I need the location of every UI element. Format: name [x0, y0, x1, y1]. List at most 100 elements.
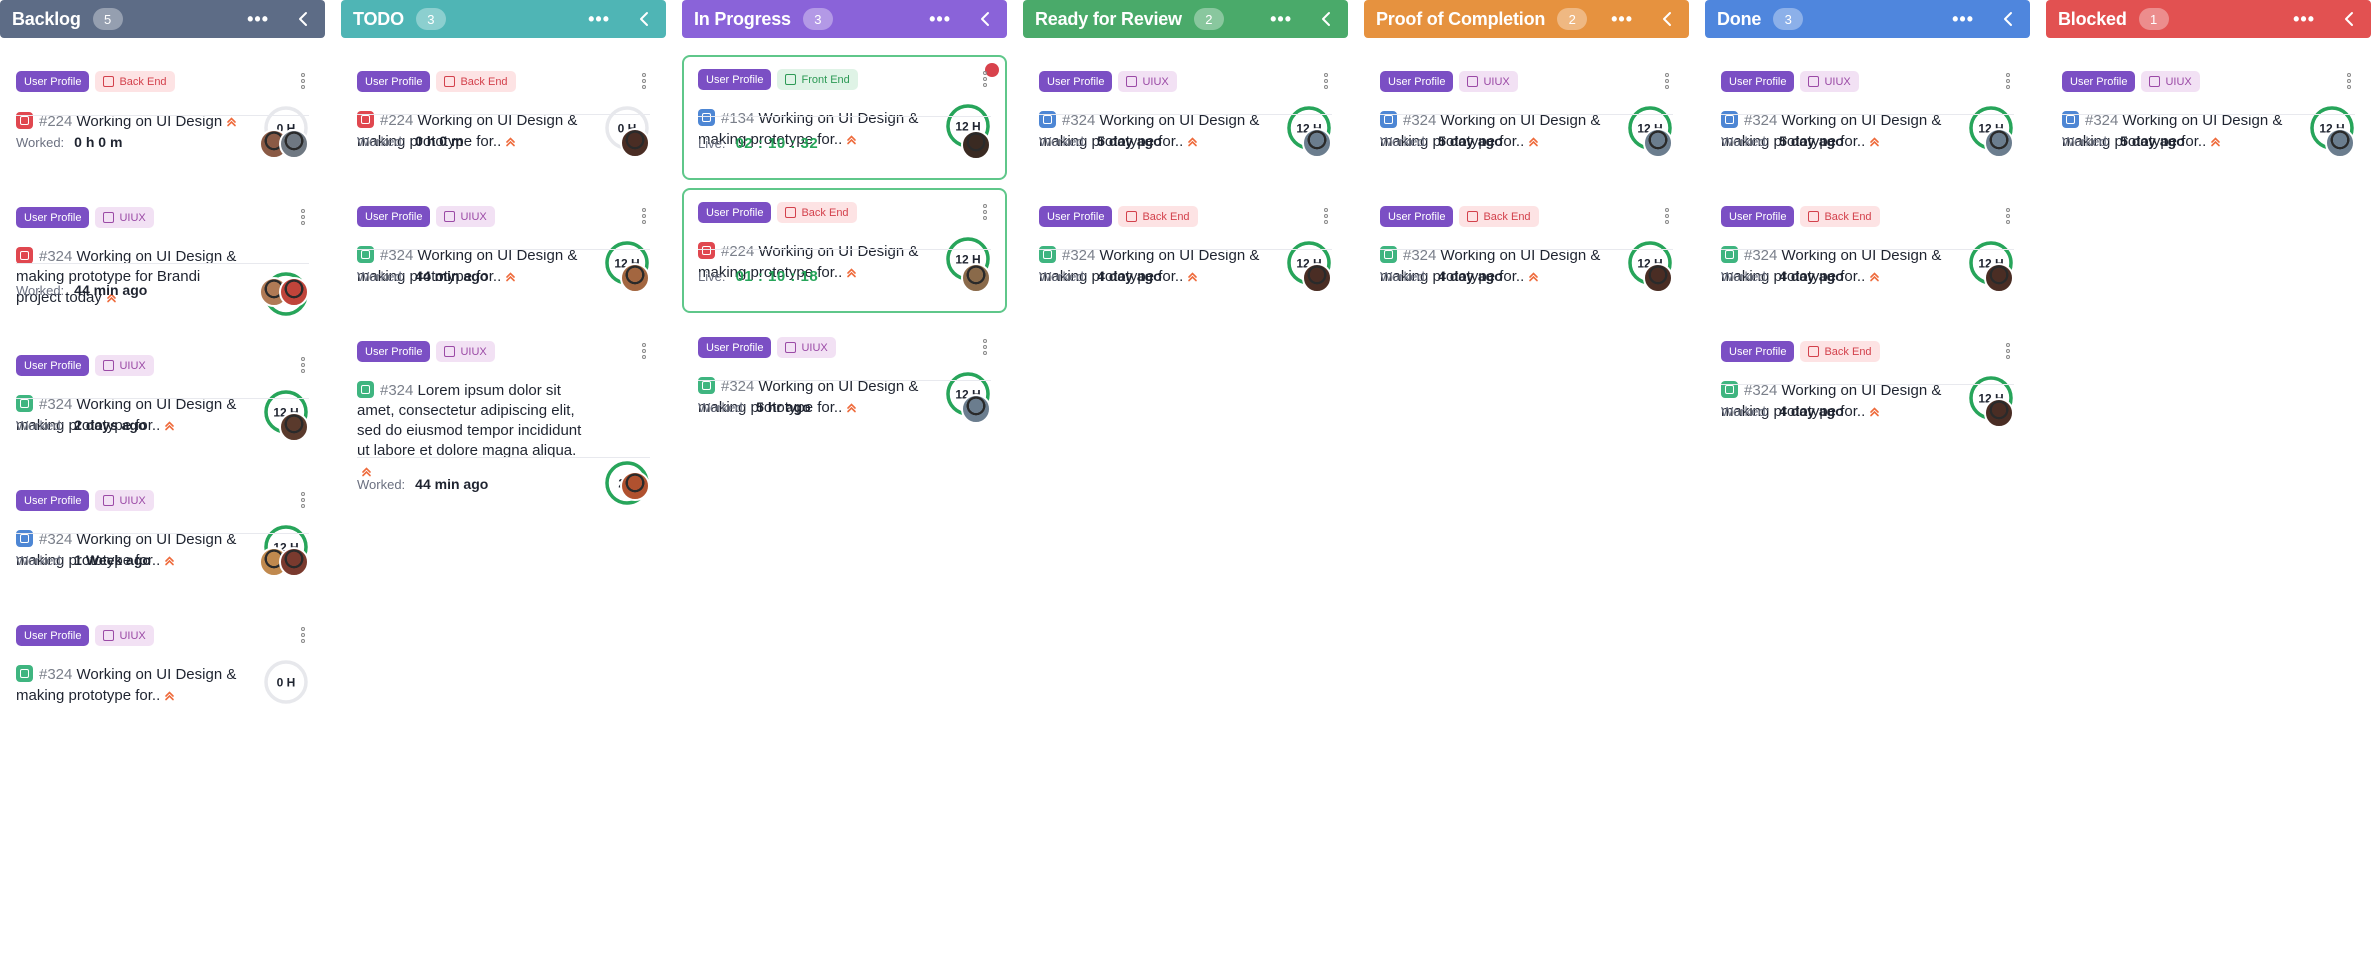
more-vertical-icon[interactable] [2002, 341, 2014, 361]
task-title[interactable]: #324 Working on UI Design & making proto… [16, 665, 248, 706]
more-horizontal-icon[interactable]: ••• [2293, 10, 2315, 28]
tag-uiux[interactable]: UIUX [436, 341, 495, 362]
tag-profile[interactable]: User Profile [698, 69, 772, 90]
task-card[interactable]: User Profile UIUX #324 Working on UI Desig… [0, 609, 325, 709]
avatar[interactable] [620, 263, 650, 293]
avatar[interactable] [279, 412, 309, 442]
tag-profile[interactable]: User Profile [2062, 71, 2136, 92]
avatar[interactable] [1643, 263, 1673, 293]
chevron-left-icon[interactable] [2000, 11, 2016, 27]
more-vertical-icon[interactable] [297, 71, 309, 91]
avatar[interactable] [1984, 398, 2014, 428]
task-card[interactable]: User Profile Back End #324 Working on UI D… [1364, 190, 1689, 317]
tag-profile[interactable]: User Profile [698, 337, 772, 358]
more-vertical-icon[interactable] [297, 355, 309, 375]
task-card[interactable]: User Profile UIUX #324 Working on UI Desig… [0, 474, 325, 601]
tag-uiux[interactable]: UIUX [1118, 71, 1177, 92]
avatar[interactable] [1984, 263, 2014, 293]
chevron-left-icon[interactable] [636, 11, 652, 27]
tag-uiux[interactable]: UIUX [1459, 71, 1518, 92]
tag-backend[interactable]: Back End [1118, 206, 1198, 227]
task-card[interactable]: User Profile Back End #224 Working on UI D… [0, 55, 325, 183]
tag-profile[interactable]: User Profile [698, 202, 772, 223]
more-vertical-icon[interactable] [638, 206, 650, 226]
avatar[interactable] [1302, 128, 1332, 158]
tag-profile[interactable]: User Profile [16, 207, 90, 228]
avatar[interactable] [2325, 128, 2355, 158]
more-horizontal-icon[interactable]: ••• [1952, 10, 1974, 28]
tag-profile[interactable]: User Profile [16, 625, 90, 646]
tag-profile[interactable]: User Profile [1721, 341, 1795, 362]
chevron-left-icon[interactable] [295, 11, 311, 27]
task-title[interactable]: #324 Working on UI Design & making proto… [16, 247, 248, 308]
more-vertical-icon[interactable] [638, 71, 650, 91]
tag-frontend[interactable]: Front End [777, 69, 858, 90]
tag-profile[interactable]: User Profile [1039, 206, 1113, 227]
more-vertical-icon[interactable] [2343, 71, 2355, 91]
tag-profile[interactable]: User Profile [16, 71, 90, 92]
tag-backend[interactable]: Back End [777, 202, 857, 223]
task-card[interactable]: User Profile Back End #324 Working on UI D… [1705, 190, 2030, 317]
tag-uiux[interactable]: UIUX [95, 355, 154, 376]
avatar[interactable] [961, 263, 991, 293]
more-vertical-icon[interactable] [979, 202, 991, 222]
task-card[interactable]: User Profile Back End #224 Working on UI D… [341, 55, 666, 182]
tag-backend[interactable]: Back End [1459, 206, 1539, 227]
avatar[interactable] [1302, 263, 1332, 293]
avatar[interactable] [961, 394, 991, 424]
task-card[interactable]: User Profile Back End #324 Working on UI D… [1705, 325, 2030, 452]
more-vertical-icon[interactable] [1661, 206, 1673, 226]
tag-backend[interactable]: Back End [1800, 206, 1880, 227]
task-title[interactable]: #324 Lorem ipsum dolor sit amet, consect… [357, 381, 589, 482]
avatar[interactable] [620, 471, 650, 501]
task-card[interactable]: User Profile UIUX #324 Working on UI Desig… [0, 339, 325, 466]
tag-backend[interactable]: Back End [1800, 341, 1880, 362]
task-card[interactable]: User Profile UIUX #324 Working on UI Desig… [1023, 55, 1348, 182]
tag-profile[interactable]: User Profile [357, 71, 431, 92]
tag-uiux[interactable]: UIUX [777, 337, 836, 358]
tag-uiux[interactable]: UIUX [95, 625, 154, 646]
more-vertical-icon[interactable] [2002, 71, 2014, 91]
tag-uiux[interactable]: UIUX [95, 490, 154, 511]
tag-uiux[interactable]: UIUX [95, 207, 154, 228]
tag-uiux[interactable]: UIUX [1800, 71, 1859, 92]
task-card[interactable]: User Profile UIUX #324 Working on UI Desig… [2046, 55, 2371, 182]
chevron-left-icon[interactable] [1318, 11, 1334, 27]
avatar[interactable] [279, 547, 309, 577]
task-card[interactable]: User Profile Back End #224 Working on UI D… [682, 188, 1007, 313]
more-vertical-icon[interactable] [1661, 71, 1673, 91]
chevron-left-icon[interactable] [1659, 11, 1675, 27]
task-card[interactable]: User Profile Front End #134 Working on UI … [682, 55, 1007, 180]
more-vertical-icon[interactable] [297, 490, 309, 510]
task-card[interactable]: User Profile UIUX #324 Working on UI Desig… [682, 321, 1007, 448]
tag-uiux[interactable]: UIUX [2141, 71, 2200, 92]
tag-profile[interactable]: User Profile [16, 490, 90, 511]
tag-profile[interactable]: User Profile [357, 206, 431, 227]
tag-profile[interactable]: User Profile [16, 355, 90, 376]
chevron-left-icon[interactable] [977, 11, 993, 27]
tag-uiux[interactable]: UIUX [436, 206, 495, 227]
task-card[interactable]: User Profile UIUX #324 Working on UI Desig… [1364, 55, 1689, 182]
task-card[interactable]: User Profile Back End #324 Working on UI D… [1023, 190, 1348, 317]
more-vertical-icon[interactable] [297, 625, 309, 645]
task-card[interactable]: User Profile UIUX #324 Lorem ipsum dolor s… [341, 325, 666, 525]
tag-profile[interactable]: User Profile [1380, 71, 1454, 92]
more-horizontal-icon[interactable]: ••• [1270, 10, 1292, 28]
more-horizontal-icon[interactable]: ••• [1611, 10, 1633, 28]
avatar[interactable] [279, 277, 309, 307]
tag-backend[interactable]: Back End [95, 71, 175, 92]
more-vertical-icon[interactable] [979, 69, 991, 89]
more-vertical-icon[interactable] [297, 207, 309, 227]
more-vertical-icon[interactable] [1320, 206, 1332, 226]
more-vertical-icon[interactable] [2002, 206, 2014, 226]
tag-profile[interactable]: User Profile [1039, 71, 1113, 92]
tag-profile[interactable]: User Profile [1721, 71, 1795, 92]
more-horizontal-icon[interactable]: ••• [588, 10, 610, 28]
more-horizontal-icon[interactable]: ••• [929, 10, 951, 28]
more-vertical-icon[interactable] [1320, 71, 1332, 91]
tag-backend[interactable]: Back End [436, 71, 516, 92]
chevron-left-icon[interactable] [2341, 11, 2357, 27]
task-card[interactable]: User Profile UIUX #324 Working on UI Desig… [1705, 55, 2030, 182]
avatar[interactable] [1643, 128, 1673, 158]
avatar[interactable] [1984, 128, 2014, 158]
